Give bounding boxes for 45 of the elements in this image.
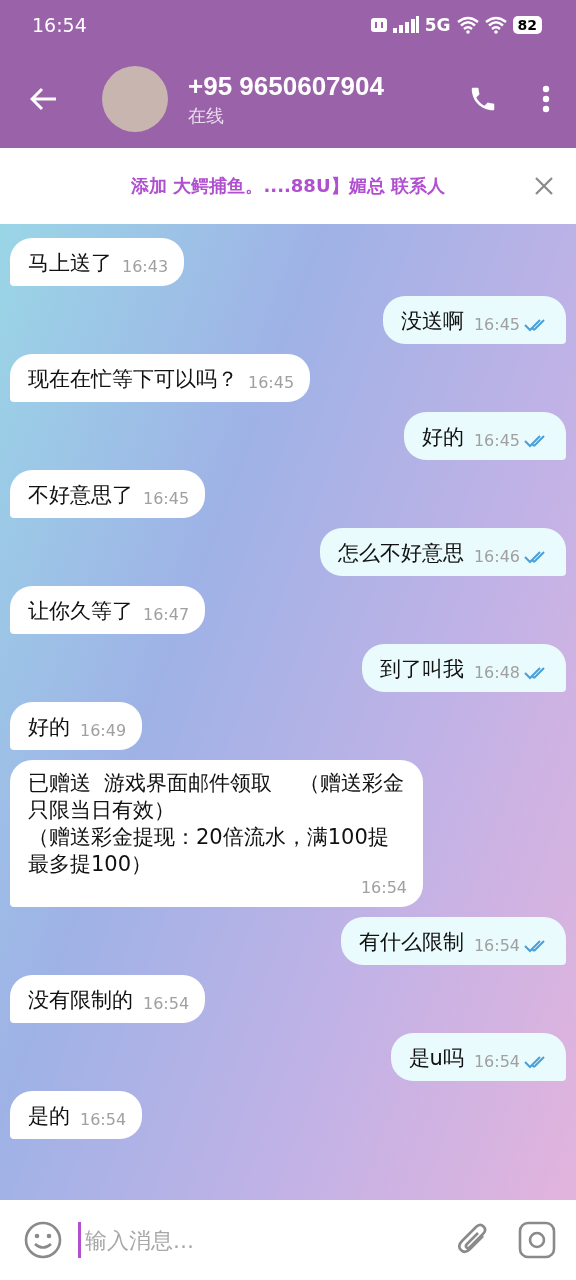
message-text: 好的 [421,424,464,451]
message-time: 16:43 [122,257,169,276]
message-text: 让你久等了 [28,598,133,625]
message-text: 是u吗 [408,1045,464,1072]
message-time: 16:54 [473,1052,520,1071]
message-text: 到了叫我 [379,656,464,683]
message-time: 16:54 [80,1110,127,1129]
message-input-field[interactable]: 输入消息... [78,1222,440,1258]
message-time: 16:54 [473,936,520,955]
message-text: 马上送了 [28,250,112,277]
wifi-icon [456,16,479,34]
message-time: 16:46 [473,547,520,566]
message-time: 16:45 [248,373,295,392]
add-contact-link[interactable]: 添加 大鳄捕鱼。....88U】媚总 联系人 [131,174,445,198]
message-text: 已赠送 游戏界面邮件领取 （赠送彩金只限当日有效） [28,770,406,824]
message-text: 是的 [28,1103,70,1130]
message-text: 没送啊 [400,308,464,335]
back-arrow-icon[interactable] [30,87,58,111]
message-time: 16:48 [473,663,520,682]
message-time: 16:49 [80,721,127,740]
message-text: 好的 [28,714,70,741]
message-text: 不好意思了 [28,482,133,509]
message-time: 16:47 [143,605,190,624]
message-time: 16:45 [143,489,190,508]
message-time: 16:45 [473,315,520,334]
more-options-icon[interactable] [542,85,550,113]
message-time: 16:45 [473,431,520,450]
emoji-icon[interactable] [24,1221,62,1259]
contact-name: +95 9650607904 [188,70,385,102]
message-text: 现在在忙等下可以吗？ [28,366,238,393]
message-time: 16:54 [143,994,190,1013]
signal-icon [392,16,419,34]
message-text: 有什么限制 [358,929,464,956]
network-label: 5G [424,15,451,35]
message-time: 16:54 [360,878,407,897]
close-icon[interactable] [535,177,553,195]
camera-icon[interactable] [518,1221,556,1259]
wifi-icon [484,16,507,34]
contact-status: 在线 [188,103,225,128]
hd-icon [370,18,387,32]
message-text: 怎么不好意思 [337,540,464,567]
status-time: 16:54 [32,14,87,36]
battery-indicator: 82 [512,16,542,34]
message-text: （赠送彩金提现：20倍流水，满100提最多提100） [28,824,390,878]
message-text: 没有限制的 [28,987,133,1014]
